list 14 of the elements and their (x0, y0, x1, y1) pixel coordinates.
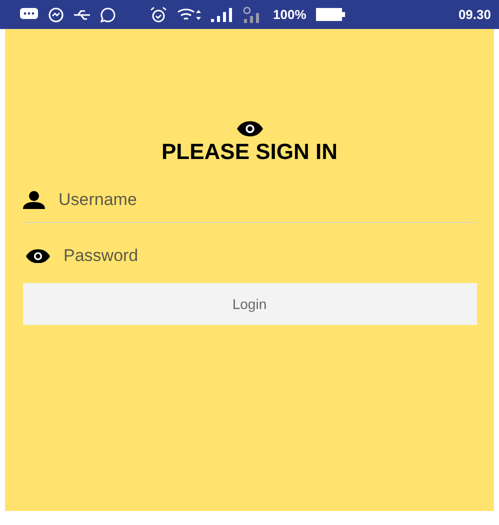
input-field[interactable]: Username (58, 190, 476, 210)
person-icon (22, 191, 44, 210)
usb-icon (74, 10, 90, 20)
sign-in-title: PLEASE SIGN IN (161, 138, 338, 165)
signal-icon (211, 8, 233, 22)
alarm-clock-icon (150, 6, 167, 22)
battery-percentage: 100% (273, 7, 306, 22)
battery-icon (316, 8, 346, 21)
wifi-icon (177, 8, 201, 22)
eye-icon (236, 121, 262, 137)
eye-icon (26, 248, 50, 264)
clock-time: 09.30 (458, 7, 491, 22)
input-field[interactable]: Password (64, 246, 476, 266)
login-button[interactable]: Login (22, 282, 476, 325)
